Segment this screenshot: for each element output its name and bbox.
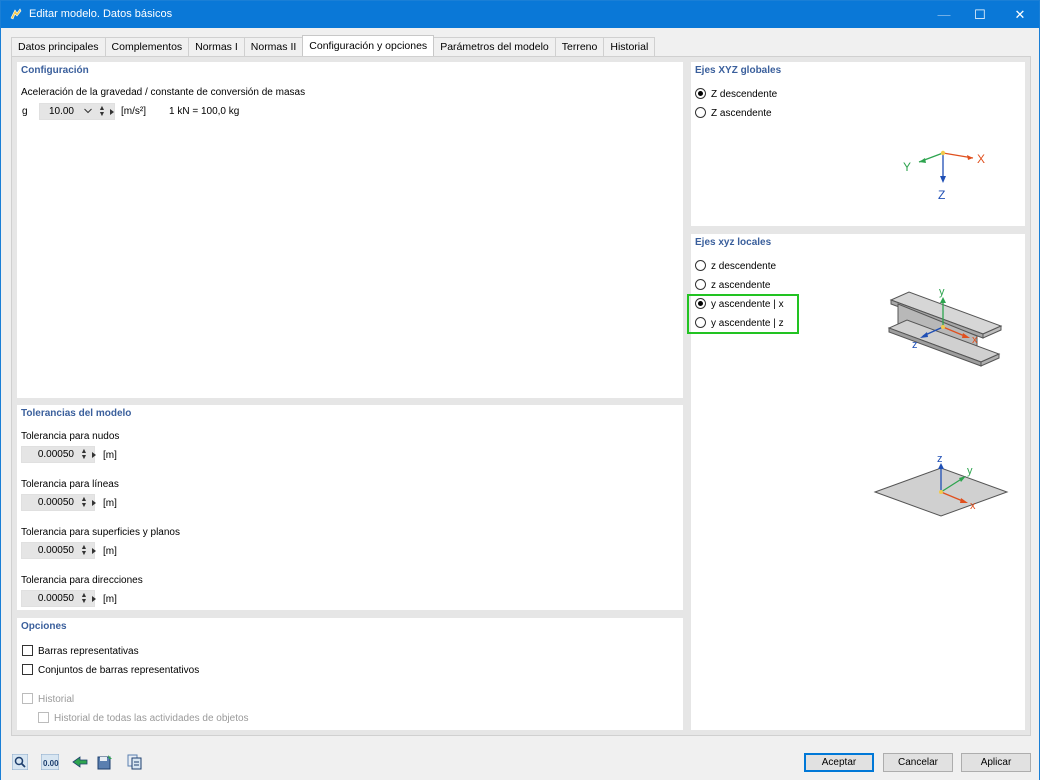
historial-label: Historial	[38, 694, 75, 705]
configuracion-title: Configuración	[21, 65, 89, 76]
beam-axis-x-label: x	[972, 334, 978, 346]
plate-axis-x-label: x	[970, 500, 976, 512]
z-descendente-label: Z descendente	[711, 89, 778, 100]
tab-normas-i[interactable]: Normas I	[188, 37, 245, 56]
tab-terreno[interactable]: Terreno	[554, 37, 605, 56]
ejes-locales-title: Ejes xyz locales	[695, 237, 772, 248]
arrow-tool-icon[interactable]	[71, 754, 89, 770]
tolerancia-nudos-input[interactable]: 0.00050 ▲ ▼	[21, 446, 96, 463]
tolerancia-direcciones-input[interactable]: 0.00050 ▲ ▼	[21, 590, 96, 607]
beam-axis-z-label: z	[912, 339, 918, 351]
tolerancia-superficies-label: Tolerancia para superficies y planos	[21, 527, 180, 538]
tolerancia-direcciones-label: Tolerancia para direcciones	[21, 575, 143, 586]
copy-tool-icon[interactable]	[126, 754, 144, 770]
arrow-right-icon[interactable]	[110, 109, 114, 115]
dialog-window: Editar modelo. Datos básicos — ☐ ✕ Datos…	[0, 0, 1040, 780]
spin-updown-icon[interactable]: ▲ ▼	[80, 448, 88, 461]
barras-representativas-label: Barras representativas	[38, 646, 139, 657]
historial-todas-checkbox[interactable]	[38, 712, 49, 723]
gravity-unit: [m/s²]	[121, 106, 146, 117]
z-descendente-local-label: z descendente	[711, 261, 777, 272]
tab-datos-principales[interactable]: Datos principales	[11, 37, 106, 56]
chevron-down-icon[interactable]	[84, 108, 92, 114]
global-axes-diagram: X Y Z	[903, 150, 985, 202]
save-tool-icon[interactable]	[96, 754, 114, 770]
radio-z-ascendente-local[interactable]	[695, 279, 706, 290]
opciones-panel: Opciones Barras representativas Conjunto…	[17, 618, 683, 730]
search-tool-icon[interactable]	[11, 754, 29, 770]
conversion-note: 1 kN = 100,0 kg	[169, 106, 240, 117]
arrow-right-icon[interactable]	[92, 500, 96, 506]
aceptar-button[interactable]: Aceptar	[804, 753, 874, 772]
tolerancia-direcciones-unit: [m]	[103, 594, 117, 605]
z-ascendente-label: Z ascendente	[711, 108, 772, 119]
spin-updown-icon[interactable]: ▲ ▼	[80, 592, 88, 605]
tab-configuracion-opciones[interactable]: Configuración y opciones	[302, 35, 435, 56]
arrow-right-icon[interactable]	[92, 452, 96, 458]
arrow-right-icon[interactable]	[92, 596, 96, 602]
arrow-right-icon[interactable]	[92, 548, 96, 554]
units-tool-icon[interactable]: 0.00	[41, 754, 59, 770]
tolerancias-title: Tolerancias del modelo	[21, 408, 132, 419]
app-icon	[10, 8, 22, 20]
tab-parametros-modelo[interactable]: Parámetros del modelo	[433, 37, 556, 56]
units-tool-text: 0.00	[43, 759, 59, 768]
close-button[interactable]: ✕	[997, 1, 1040, 28]
plate-axis-z-label: z	[937, 453, 943, 465]
plate-diagram: z y x	[873, 453, 1009, 517]
spin-updown-icon[interactable]: ▲ ▼	[80, 496, 88, 509]
gravity-value: 10.00	[48, 106, 74, 117]
tab-normas-ii[interactable]: Normas II	[243, 37, 304, 56]
tolerancia-lineas-unit: [m]	[103, 498, 117, 509]
tolerancia-superficies-value: 0.00050	[37, 545, 74, 556]
tolerancia-direcciones-value: 0.00050	[37, 593, 74, 604]
z-ascendente-local-label: z ascendente	[711, 280, 771, 291]
tolerancia-lineas-input[interactable]: 0.00050 ▲ ▼	[21, 494, 96, 511]
spin-updown-icon[interactable]: ▲ ▼	[98, 105, 106, 118]
title-bar: Editar modelo. Datos básicos — ☐ ✕	[1, 1, 1039, 28]
cancelar-button[interactable]: Cancelar	[883, 753, 953, 772]
tolerancias-panel: Tolerancias del modelo Tolerancia para n…	[17, 405, 683, 610]
radio-z-descendente[interactable]	[695, 88, 706, 99]
selection-highlight	[687, 294, 799, 334]
tab-historial[interactable]: Historial	[603, 37, 656, 56]
barras-representativas-checkbox[interactable]	[22, 645, 33, 656]
radio-z-descendente-local[interactable]	[695, 260, 706, 271]
spin-updown-icon[interactable]: ▲ ▼	[80, 544, 88, 557]
ejes-globales-panel: Ejes XYZ globales Z descendente Z ascend…	[691, 62, 1025, 226]
historial-todas-label: Historial de todas las actividades de ob…	[54, 713, 249, 724]
axis-y-label: Y	[903, 160, 911, 174]
axis-x-label: X	[977, 152, 985, 166]
conjuntos-barras-checkbox[interactable]	[22, 664, 33, 675]
radio-z-ascendente[interactable]	[695, 107, 706, 118]
historial-checkbox[interactable]	[22, 693, 33, 704]
gravity-label: Aceleración de la gravedad / constante d…	[21, 87, 306, 98]
g-symbol: g	[22, 106, 28, 117]
tolerancia-nudos-label: Tolerancia para nudos	[21, 431, 120, 442]
gravity-input[interactable]: 10.00 ▲ ▼	[39, 103, 115, 120]
aplicar-button[interactable]: Aplicar	[961, 753, 1031, 772]
tab-complementos[interactable]: Complementos	[104, 37, 190, 56]
axis-z-label: Z	[938, 188, 945, 202]
plate-axis-y-label: y	[967, 465, 973, 477]
tolerancia-superficies-unit: [m]	[103, 546, 117, 557]
beam-axis-y-label: y	[939, 286, 945, 298]
conjuntos-barras-label: Conjuntos de barras representativos	[38, 665, 200, 676]
ibeam-diagram: y x z	[887, 286, 1003, 367]
configuracion-panel: Configuración Aceleración de la gravedad…	[17, 62, 683, 398]
tolerancia-lineas-value: 0.00050	[37, 497, 74, 508]
tolerancia-lineas-label: Tolerancia para líneas	[21, 479, 119, 490]
tab-strip: Datos principales Complementos Normas I …	[11, 35, 656, 57]
opciones-title: Opciones	[21, 621, 67, 632]
ejes-globales-title: Ejes XYZ globales	[695, 65, 782, 76]
tolerancia-nudos-unit: [m]	[103, 450, 117, 461]
window-title: Editar modelo. Datos básicos	[29, 8, 173, 20]
tolerancia-nudos-value: 0.00050	[37, 449, 74, 460]
tolerancia-superficies-input[interactable]: 0.00050 ▲ ▼	[21, 542, 96, 559]
